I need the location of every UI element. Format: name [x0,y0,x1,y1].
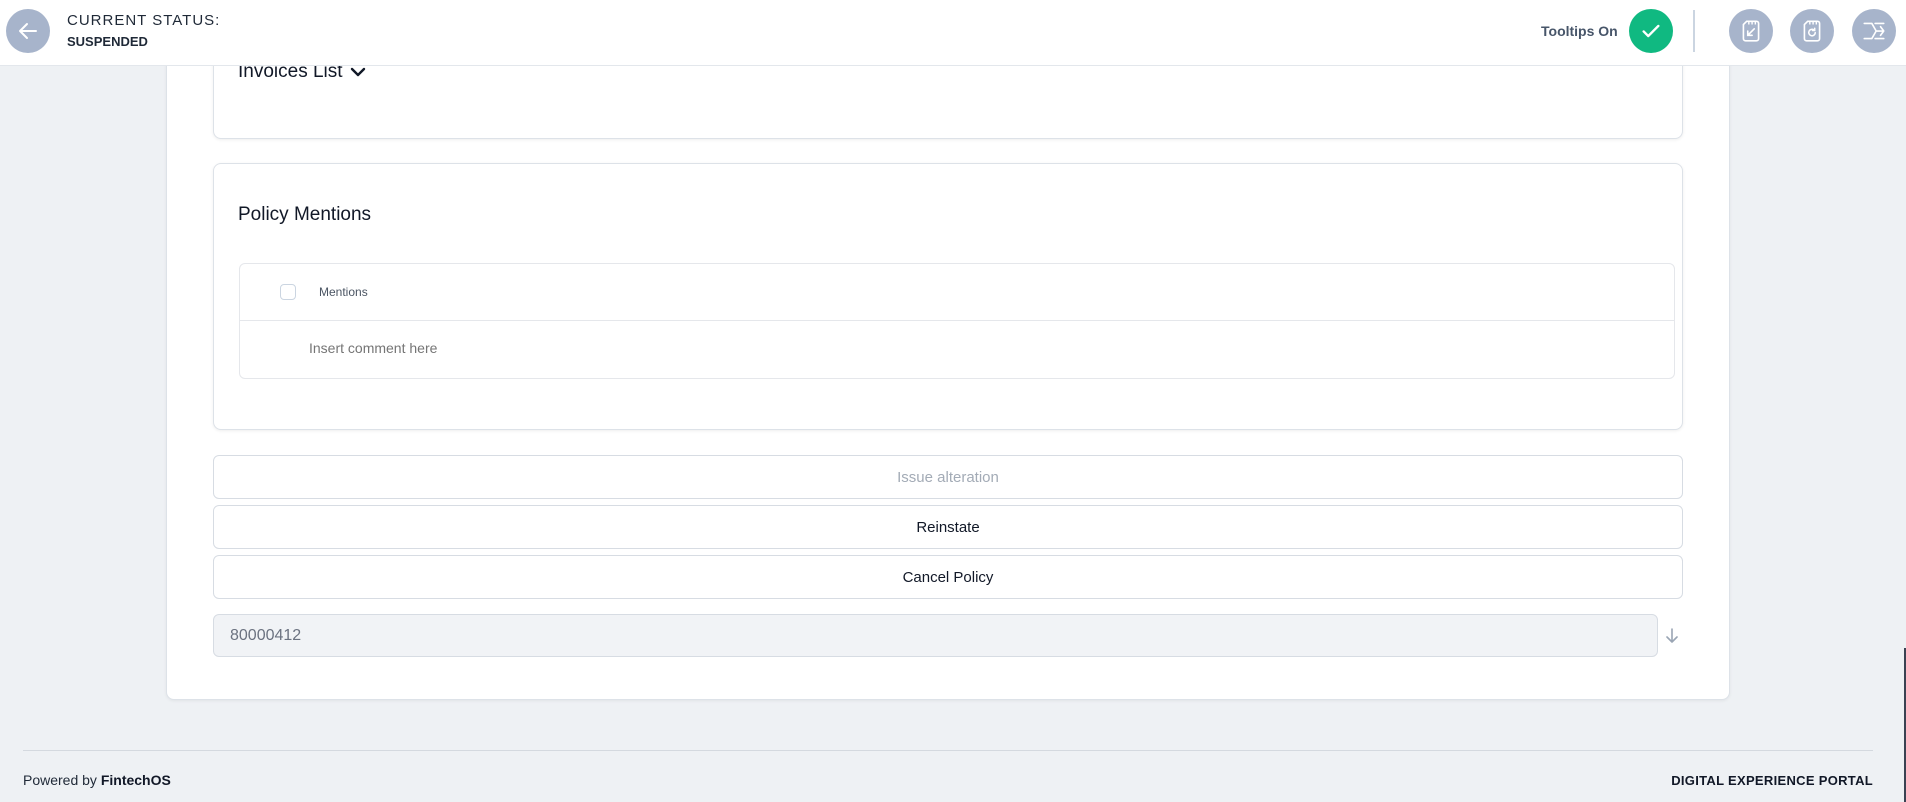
chevron-down-icon [350,67,366,77]
switch-view-button[interactable] [1852,9,1896,53]
policy-number-value: 80000412 [230,626,302,644]
mentions-column-header: Mentions [319,285,368,299]
policy-number-field[interactable]: 80000412 [213,614,1658,657]
top-bar: CURRENT STATUS: SUSPENDED Tooltips On [0,0,1906,66]
mentions-table-header: Mentions [240,264,1674,321]
export-card-button[interactable] [1729,9,1773,53]
policy-mentions-panel: Policy Mentions Mentions [213,163,1683,430]
sd-card-arrow-icon [1742,20,1760,42]
header-divider [1693,10,1695,52]
status-label: CURRENT STATUS: [67,12,221,29]
download-arrow-icon[interactable] [1664,627,1680,645]
sd-card-refresh-icon [1803,20,1821,42]
back-button[interactable] [6,9,50,53]
comment-input[interactable] [309,340,909,356]
powered-brand: FintechOS [100,772,171,788]
tooltips-toggle-button[interactable] [1629,9,1673,53]
mentions-table: Mentions [239,263,1675,379]
back-arrow-icon [19,23,37,39]
status-value: SUSPENDED [67,34,148,49]
portal-name: DIGITAL EXPERIENCE PORTAL [1671,773,1873,788]
current-status: CURRENT STATUS: SUSPENDED [67,12,220,49]
refresh-card-button[interactable] [1790,9,1834,53]
issue-alteration-button[interactable]: Issue alteration [213,455,1683,499]
footer-divider [23,750,1873,751]
powered-prefix: Powered by [23,772,97,788]
tooltips-label: Tooltips On [1541,23,1618,39]
check-icon [1642,24,1660,38]
policy-mentions-title: Policy Mentions [238,204,372,225]
cancel-policy-button[interactable]: Cancel Policy [213,555,1683,599]
split-arrows-icon [1863,22,1885,40]
powered-by: Powered by FintechOS [23,772,171,788]
select-all-checkbox[interactable] [280,284,296,300]
reinstate-button[interactable]: Reinstate [213,505,1683,549]
